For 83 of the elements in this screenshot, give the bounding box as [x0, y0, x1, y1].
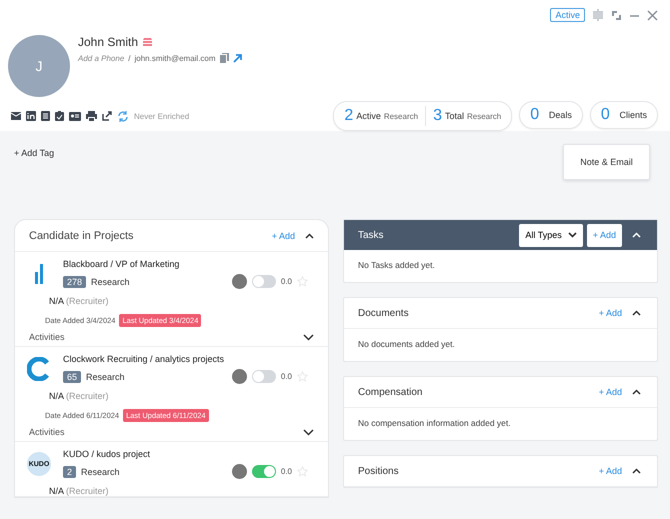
status-circle: [232, 464, 247, 479]
empty-message: No compensation information added yet.: [358, 418, 511, 428]
chevron-icon[interactable]: [632, 310, 641, 316]
add-link[interactable]: + Add: [598, 308, 622, 318]
add-tag-link[interactable]: + Add Tag: [14, 144, 54, 158]
email-text: john.smith@email.com: [134, 54, 216, 62]
status-badge: Active: [550, 8, 585, 22]
menu-icon[interactable]: [592, 9, 604, 21]
rating-value: 0.0: [280, 277, 292, 286]
owner-role: (Recruiter): [66, 391, 109, 401]
chevron-icon[interactable]: [305, 232, 314, 238]
stat-button[interactable]: 0 Clients: [590, 101, 658, 129]
copy-icon[interactable]: [220, 53, 229, 63]
candidate-name: John Smith: [78, 35, 138, 49]
stat-label: Total: [444, 111, 464, 121]
enrichment-status: Never Enriched: [134, 112, 190, 120]
chevron-icon[interactable]: [632, 468, 641, 474]
count-badge: 65: [63, 370, 82, 382]
note-email-button[interactable]: Note & Email: [563, 144, 650, 180]
c-logo-icon: [27, 357, 51, 381]
chevron-down-icon: [568, 232, 577, 238]
stat-button[interactable]: 0 Deals: [519, 101, 583, 129]
stack-icon: [142, 37, 154, 47]
close-icon[interactable]: [647, 10, 658, 20]
stage-label: Research: [91, 276, 130, 286]
panel-title: Documents: [358, 308, 410, 318]
owner-name: N/A: [49, 391, 64, 401]
stat-sublabel: Research: [467, 112, 502, 120]
activities-label: Activities: [29, 332, 65, 342]
count-badge: 2: [63, 466, 76, 478]
bars-logo-icon: [34, 264, 44, 284]
stat-label: Active: [356, 111, 381, 121]
separator: /: [128, 54, 130, 62]
chevron-icon[interactable]: [632, 389, 641, 395]
activities-label: Activities: [29, 427, 65, 437]
empty-message: No documents added yet.: [358, 339, 455, 349]
owner-name: N/A: [49, 486, 64, 496]
chevron-down-icon[interactable]: [303, 428, 314, 436]
stat-count: 2: [344, 107, 354, 125]
chevron-down-icon[interactable]: [303, 334, 314, 340]
type-dropdown[interactable]: All Types: [519, 224, 583, 246]
add-link[interactable]: + Add: [272, 230, 295, 240]
document-icon[interactable]: [41, 111, 50, 121]
avatar: J: [8, 35, 70, 97]
phone-link[interactable]: Add a Phone: [78, 54, 124, 62]
project-name[interactable]: Clockwork Recruiting / analytics projects: [63, 354, 308, 364]
print-icon[interactable]: [86, 111, 97, 121]
add-button[interactable]: + Add: [586, 224, 622, 246]
clipboard-icon[interactable]: [55, 111, 64, 121]
toggle-switch[interactable]: [252, 370, 276, 383]
count-badge: 278: [63, 276, 86, 288]
owner-role: (Recruiter): [66, 486, 109, 496]
star-icon[interactable]: [297, 466, 308, 477]
panel-title: Tasks: [358, 230, 385, 240]
linkedin-icon[interactable]: [26, 111, 36, 121]
project-name[interactable]: KUDO / kudos project: [63, 449, 308, 459]
stage-label: Research: [81, 466, 120, 476]
rating-value: 0.0: [280, 467, 292, 476]
stage-label: Research: [86, 372, 125, 382]
rating-value: 0.0: [280, 372, 292, 381]
panel-title: Compensation: [358, 386, 424, 398]
toggle-switch[interactable]: [252, 465, 276, 478]
add-link[interactable]: + Add: [598, 387, 622, 397]
share-icon[interactable]: [102, 111, 112, 121]
mail-icon[interactable]: [11, 112, 21, 120]
status-circle: [232, 369, 247, 384]
refresh-icon[interactable]: [117, 110, 129, 122]
owner-role: (Recruiter): [66, 296, 109, 306]
id-card-icon[interactable]: [69, 112, 81, 120]
owner-name: N/A: [49, 296, 64, 306]
stat-count: 3: [433, 107, 442, 125]
toggle-switch[interactable]: [252, 275, 276, 288]
resize-icon[interactable]: [611, 10, 622, 20]
empty-message: No Tasks added yet.: [358, 260, 435, 270]
star-icon[interactable]: [297, 276, 308, 287]
star-icon[interactable]: [297, 371, 308, 382]
status-circle: [232, 274, 247, 289]
arrow-icon[interactable]: [232, 54, 242, 62]
stat-sublabel: Research: [384, 112, 418, 120]
card-title: Candidate in Projects: [29, 230, 135, 242]
project-name[interactable]: Blackboard / VP of Marketing: [63, 259, 308, 269]
add-link[interactable]: + Add: [598, 466, 622, 476]
panel-title: Positions: [358, 466, 400, 476]
